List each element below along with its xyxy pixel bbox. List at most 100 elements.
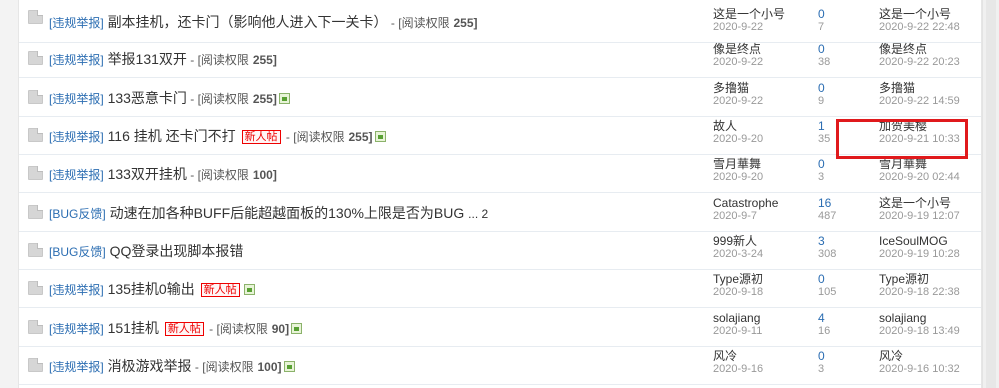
last-post-time[interactable]: 2020-9-21 10:33 [879, 133, 989, 146]
thread-title-link[interactable]: 消极游戏举报 [108, 358, 192, 374]
thread-title-link[interactable]: 举报131双开 [108, 51, 187, 67]
author-name[interactable]: solajiang [713, 312, 803, 325]
last-post-time[interactable]: 2020-9-18 13:49 [879, 325, 989, 338]
author-cell: Catastrophe 2020-9-7 [713, 197, 803, 223]
thread-title-link[interactable]: 动速在加各种BUFF后能超越面板的130%上限是否为BUG [110, 205, 465, 221]
reply-count[interactable]: 0 [818, 8, 878, 21]
last-poster[interactable]: Type源初 [879, 273, 989, 286]
thread-folder-icon[interactable] [28, 9, 44, 25]
thread-folder-icon[interactable] [28, 127, 44, 143]
last-poster[interactable]: 这是一个小号 [879, 197, 989, 210]
reply-count[interactable]: 0 [818, 273, 878, 286]
new-user-badge: 新人帖 [200, 283, 240, 297]
author-name[interactable]: 雪月華舞 [713, 158, 803, 171]
thread-type-link[interactable]: [违规举报] [49, 53, 104, 67]
last-post-cell: IceSoulMOG 2020-9-19 10:28 [879, 235, 989, 261]
scrollbar[interactable] [982, 0, 999, 388]
reply-count[interactable]: 0 [818, 158, 878, 171]
thread-title-link[interactable]: 133双开挂机 [108, 166, 187, 182]
reply-count[interactable]: 16 [818, 197, 878, 210]
thread-title-link[interactable]: QQ登录出现脚本报错 [110, 243, 244, 259]
last-poster[interactable]: 这是一个小号 [879, 8, 989, 21]
reply-count[interactable]: 0 [818, 43, 878, 56]
reply-count[interactable]: 0 [818, 350, 878, 363]
thread-type-link[interactable]: [违规举报] [49, 322, 104, 336]
thread-title-link[interactable]: 133恶意卡门 [108, 90, 187, 106]
author-name[interactable]: Catastrophe [713, 197, 803, 210]
thread-type-link[interactable]: [违规举报] [49, 16, 104, 30]
reply-count[interactable]: 1 [818, 120, 878, 133]
thread-type-link[interactable]: [违规举报] [49, 130, 104, 144]
thread-subject: [违规举报] 151挂机 新人帖 - [阅读权限 90] [49, 319, 303, 337]
thread-folder-icon[interactable] [28, 280, 44, 296]
thread-title-link[interactable]: 151挂机 [108, 320, 159, 336]
reply-count[interactable]: 4 [818, 312, 878, 325]
author-name[interactable]: 这是一个小号 [713, 8, 803, 21]
last-poster[interactable]: IceSoulMOG [879, 235, 989, 248]
table-row[interactable]: [违规举报] 133恶意卡门 - [阅读权限 255] 多撸猫 2020-9-22 0… [19, 78, 981, 117]
reply-count[interactable]: 0 [818, 82, 878, 95]
table-row[interactable]: [违规举报] 151挂机 新人帖 - [阅读权限 90] solajiang 202… [19, 308, 981, 347]
last-post-time[interactable]: 2020-9-22 20:23 [879, 56, 989, 69]
thread-folder-icon[interactable] [28, 89, 44, 105]
thread-type-link[interactable]: [BUG反馈] [49, 245, 106, 259]
last-poster[interactable]: 像是终点 [879, 43, 989, 56]
thread-folder-icon[interactable] [28, 165, 44, 181]
thread-type-link[interactable]: [违规举报] [49, 168, 104, 182]
last-post-time[interactable]: 2020-9-22 22:48 [879, 21, 989, 34]
last-poster[interactable]: solajiang [879, 312, 989, 325]
scrollbar-thumb[interactable] [986, 0, 996, 388]
author-cell: 像是终点 2020-9-22 [713, 43, 803, 69]
author-name[interactable]: 风冷 [713, 350, 803, 363]
table-row[interactable]: [违规举报] 116 挂机 还卡门不打 新人帖 - [阅读权限 255] 故人 20… [19, 116, 981, 155]
table-row[interactable]: [BUG反馈] QQ登录出现脚本报错 999新人 2020-3-24 3 308 IceS… [19, 231, 981, 270]
table-row[interactable]: [违规举报] 副本挂机，还卡门（影响他人进入下一关卡） - [阅读权限 255]… [19, 0, 981, 43]
reply-count[interactable]: 3 [818, 235, 878, 248]
last-poster[interactable]: 多撸猫 [879, 82, 989, 95]
table-row[interactable]: [违规举报] 133双开挂机 - [阅读权限 100] 雪月華舞 2020-9-20… [19, 154, 981, 193]
doc-icon [28, 320, 43, 334]
last-post-time[interactable]: 2020-9-19 12:07 [879, 210, 989, 223]
last-post-time[interactable]: 2020-9-19 10:28 [879, 248, 989, 261]
read-permission-value: 100 [252, 168, 273, 182]
author-name[interactable]: 999新人 [713, 235, 803, 248]
last-post-time[interactable]: 2020-9-16 10:32 [879, 363, 989, 376]
thread-type-link[interactable]: [违规举报] [49, 283, 104, 297]
thread-subject: [BUG反馈] QQ登录出现脚本报错 [49, 242, 243, 260]
read-permission-close: ] [272, 168, 277, 182]
counts-cell: 09 [818, 82, 878, 108]
table-row[interactable]: [BUG反馈] 动速在加各种BUFF后能超越面板的130%上限是否为BUG ..… [19, 193, 981, 232]
last-post-time[interactable]: 2020-9-20 02:44 [879, 171, 989, 184]
thread-type-link[interactable]: [违规举报] [49, 92, 104, 106]
author-name[interactable]: 多撸猫 [713, 82, 803, 95]
separator: - [205, 322, 217, 336]
author-name[interactable]: Type源初 [713, 273, 803, 286]
read-permission-close: ] [473, 16, 478, 30]
thread-title-link[interactable]: 135挂机0输出 [108, 281, 195, 297]
thread-folder-icon[interactable] [28, 319, 44, 335]
thread-folder-icon[interactable] [28, 357, 44, 373]
thread-type-link[interactable]: [BUG反馈] [49, 207, 106, 221]
post-date: 2020-9-16 [713, 363, 764, 375]
table-row[interactable]: [违规举报] 135挂机0输出 新人帖 Type源初 2020-9-18 0 105 Ty… [19, 269, 981, 308]
last-post-time[interactable]: 2020-9-22 14:59 [879, 95, 989, 108]
last-poster[interactable]: 风冷 [879, 350, 989, 363]
thread-type-link[interactable]: [违规举报] [49, 360, 104, 374]
last-post-cell: solajiang 2020-9-18 13:49 [879, 312, 989, 338]
thread-title-link[interactable]: 116 挂机 还卡门不打 [108, 128, 236, 144]
thread-folder-icon[interactable] [28, 50, 44, 66]
author-name[interactable]: 故人 [713, 120, 803, 133]
thread-folder-icon[interactable] [28, 204, 44, 220]
last-poster[interactable]: 加贺美樱 [879, 120, 989, 133]
last-poster[interactable]: 雪月華舞 [879, 158, 989, 171]
doc-icon [28, 10, 43, 24]
image-attachment-icon [291, 323, 303, 334]
thread-title-link[interactable]: 副本挂机，还卡门（影响他人进入下一关卡） [108, 14, 388, 30]
author-name[interactable]: 像是终点 [713, 43, 803, 56]
table-row[interactable]: [违规举报] 举报131双开 - [阅读权限 255] 像是终点 2020-9-22… [19, 39, 981, 78]
thread-folder-icon[interactable] [28, 242, 44, 258]
table-row[interactable]: [违规举报] 消极游戏举报 - [阅读权限 100] 风冷 2020-9-16 0 3 风… [19, 346, 981, 385]
last-post-time[interactable]: 2020-9-18 22:38 [879, 286, 989, 299]
doc-icon [28, 281, 43, 295]
page-links[interactable]: ... 2 [468, 207, 488, 221]
